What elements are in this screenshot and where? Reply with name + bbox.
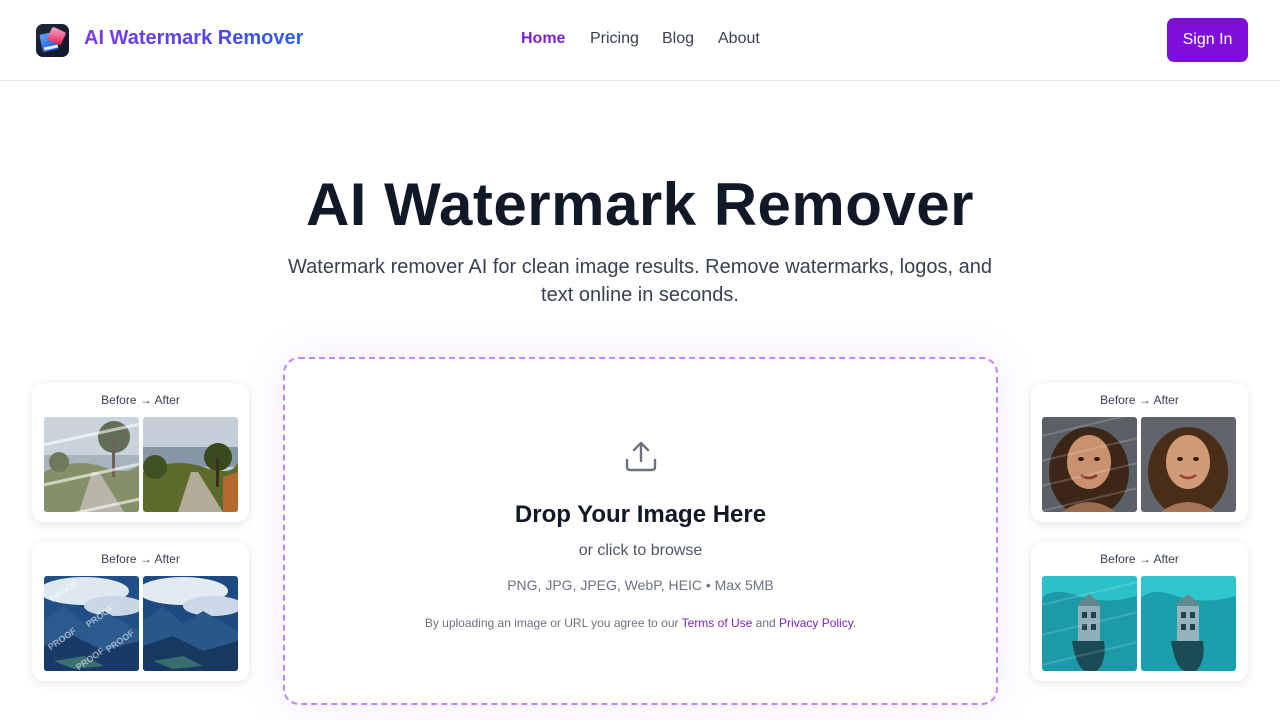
before-after-label: Before → After <box>101 552 180 566</box>
sign-in-button[interactable]: Sign In <box>1167 18 1248 62</box>
page-title: AI Watermark Remover <box>305 171 975 238</box>
before-after-label: Before → After <box>1100 552 1179 566</box>
privacy-policy-link[interactable]: Privacy Policy <box>779 616 853 630</box>
nav-blog[interactable]: Blog <box>662 30 694 48</box>
legal-prefix: By uploading an image or URL you agree t… <box>424 616 682 630</box>
site-header: AI Watermark Remover Home Pricing Blog A… <box>0 0 1280 81</box>
before-image <box>1042 576 1137 671</box>
before-image <box>1042 417 1137 512</box>
image-dropzone[interactable]: Drop Your Image Here or click to browse … <box>283 357 998 705</box>
after-image <box>143 576 238 671</box>
before-after-label: Before → After <box>1100 393 1179 407</box>
example-card-portrait[interactable]: Before → After <box>1031 383 1248 522</box>
legal-and: and <box>752 616 780 630</box>
before-image: PROOF PROOF PROOF PROOF PROOF <box>44 576 139 671</box>
dropzone-title: Drop Your Image Here <box>514 501 767 528</box>
nav-pricing[interactable]: Pricing <box>590 30 639 48</box>
example-card-mountains[interactable]: Before → After PROOF PROOF PROOF PROOF P… <box>32 542 249 681</box>
before-image <box>44 417 139 512</box>
after-image <box>143 417 238 512</box>
nav-about[interactable]: About <box>718 30 760 48</box>
nav-home[interactable]: Home <box>521 30 565 48</box>
upload-legal-notice: By uploading an image or URL you agree t… <box>285 616 996 630</box>
example-card-road[interactable]: Before → After <box>32 383 249 522</box>
brand-name[interactable]: AI Watermark Remover <box>84 27 303 50</box>
page-subtitle: Watermark remover AI for clean image res… <box>288 256 992 306</box>
after-image <box>1141 417 1236 512</box>
before-after-label: Before → After <box>101 393 180 407</box>
terms-of-use-link[interactable]: Terms of Use <box>682 616 753 630</box>
after-image <box>1141 576 1236 671</box>
browse-link[interactable]: or click to browse <box>285 542 996 560</box>
supported-formats: PNG, JPG, JPEG, WebP, HEIC • Max 5MB <box>507 577 774 593</box>
logo-icon[interactable] <box>36 24 69 57</box>
legal-suffix: . <box>852 616 857 630</box>
upload-icon <box>625 441 657 472</box>
example-card-underwater[interactable]: Before → After <box>1031 542 1248 681</box>
